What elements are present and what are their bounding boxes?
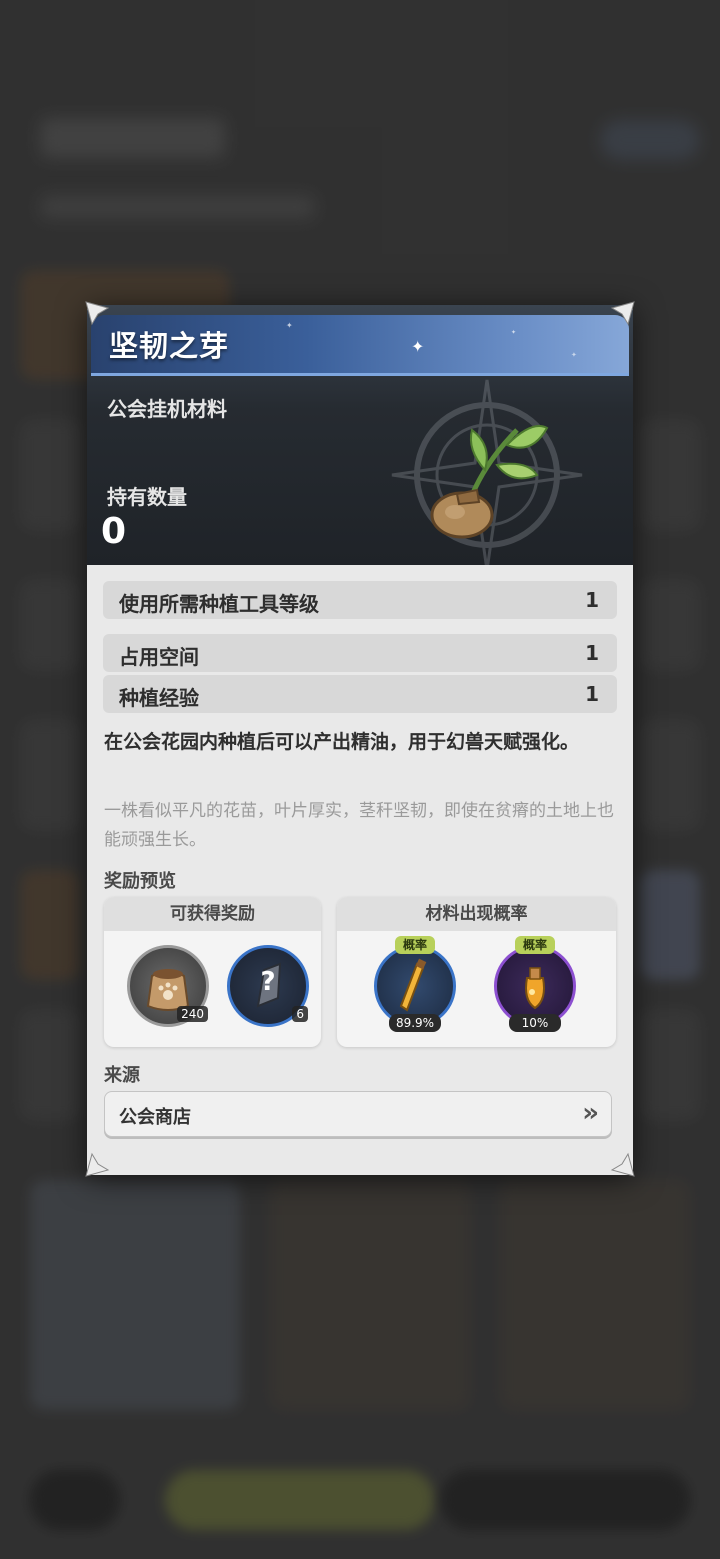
material-item-oil[interactable]: 概率 89.9% [374, 936, 456, 1032]
item-category: 公会挂机材料 [107, 397, 227, 421]
item-description: 在公会花园内种植后可以产出精油，用于幻兽天赋强化。 [104, 731, 580, 753]
held-count-label: 持有数量 [107, 485, 187, 509]
panel-title: 可获得奖励 [104, 897, 321, 931]
rare-oil-bottle-icon [525, 967, 545, 1010]
panel-title: 材料出现概率 [337, 897, 616, 931]
sprout-seed-icon [430, 425, 549, 539]
svg-text:?: ? [260, 967, 275, 997]
sparkle-icon: ✦ [571, 351, 577, 359]
stat-label: 占用空间 [119, 645, 199, 669]
essential-oil-vial-icon [399, 958, 427, 1012]
chance-percent: 10% [509, 1014, 561, 1032]
held-count-value: 0 [101, 511, 127, 552]
corner-ornament-icon [610, 300, 636, 326]
sparkle-icon: ✦ [511, 329, 517, 336]
item-header: ✦ ✦ ✦ ✦ 坚韧之芽 公会挂机材料 持有数量 0 [87, 305, 633, 565]
corner-ornament-icon [84, 1152, 110, 1178]
obtainable-rewards-panel: 可获得奖励 240 ? 6 [104, 897, 321, 1047]
reward-item-seed-bag[interactable]: 240 [127, 945, 209, 1027]
stat-row-space: 占用空间 1 [103, 634, 617, 672]
reward-item-mystery[interactable]: ? 6 [227, 945, 309, 1027]
source-entry-label: 公会商店 [119, 1107, 191, 1128]
stat-value: 1 [585, 682, 599, 706]
stat-value: 1 [585, 641, 599, 665]
chance-tag: 概率 [515, 936, 555, 954]
corner-ornament-icon [84, 300, 110, 326]
material-chance-panel: 材料出现概率 概率 89.9% 概率 10% [337, 897, 616, 1047]
sparkle-icon: ✦ [286, 321, 293, 330]
source-label: 来源 [104, 1065, 140, 1086]
corner-ornament-icon [610, 1152, 636, 1178]
material-item-rare-oil[interactable]: 概率 10% [494, 936, 576, 1032]
stat-value: 1 [585, 588, 599, 612]
double-chevron-right-icon: » [582, 1098, 599, 1128]
chance-percent: 89.9% [389, 1014, 441, 1032]
reward-preview-label: 奖励预览 [104, 871, 176, 892]
source-guild-shop-button[interactable]: 公会商店 » [104, 1091, 612, 1137]
reward-count: 240 [177, 1006, 208, 1022]
item-flavor-text: 一株看似平凡的花苗，叶片厚实，茎秆坚韧，即使在贫瘠的土地上也能顽强生长。 [104, 801, 614, 850]
stat-label: 种植经验 [119, 686, 199, 710]
stat-row-tool-level: 使用所需种植工具等级 1 [103, 581, 617, 619]
stat-row-planting-exp: 种植经验 1 [103, 675, 617, 713]
item-detail-modal: ✦ ✦ ✦ ✦ 坚韧之芽 公会挂机材料 持有数量 0 使用所需种植工具等级 1 [87, 305, 633, 1175]
chance-tag: 概率 [395, 936, 435, 954]
stat-label: 使用所需种植工具等级 [119, 592, 319, 616]
reward-count: 6 [292, 1006, 308, 1022]
sparkle-icon: ✦ [411, 337, 425, 356]
item-name: 坚韧之芽 [109, 329, 230, 363]
